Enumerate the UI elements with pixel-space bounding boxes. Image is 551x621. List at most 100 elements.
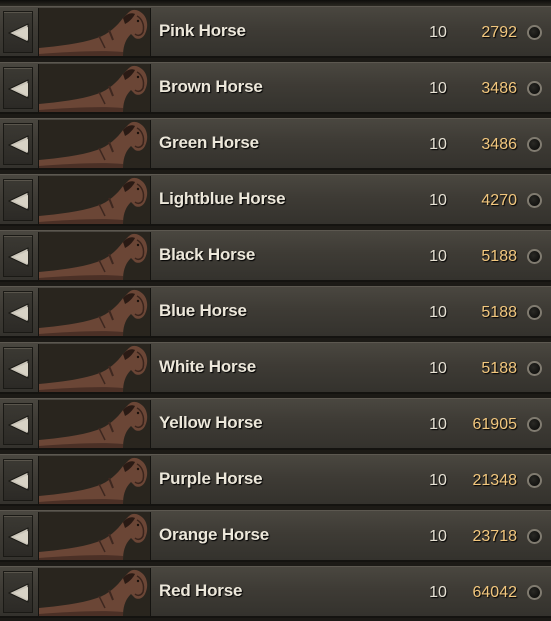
horse-icon bbox=[39, 400, 150, 448]
move-item-button[interactable] bbox=[3, 515, 33, 557]
item-quantity: 10 bbox=[429, 304, 447, 321]
horse-icon bbox=[39, 344, 150, 392]
item-quantity: 10 bbox=[429, 472, 447, 489]
item-name: Red Horse bbox=[159, 581, 243, 600]
left-triangle-icon bbox=[8, 583, 29, 603]
item-quantity: 10 bbox=[429, 248, 447, 265]
coin-icon bbox=[527, 249, 542, 264]
list-item[interactable]: Yellow Horse 10 61905 bbox=[0, 398, 551, 450]
item-price: 3486 bbox=[481, 136, 517, 153]
left-triangle-icon bbox=[8, 415, 29, 435]
item-price: 21348 bbox=[472, 472, 518, 489]
coin-icon bbox=[527, 81, 542, 96]
item-price: 5188 bbox=[481, 248, 517, 265]
list-item[interactable]: Blue Horse 10 5188 bbox=[0, 286, 551, 338]
move-item-button[interactable] bbox=[3, 459, 33, 501]
item-quantity: 10 bbox=[429, 136, 447, 153]
horse-thumbnail bbox=[38, 176, 151, 224]
item-price: 5188 bbox=[481, 360, 517, 377]
left-triangle-icon bbox=[8, 191, 29, 211]
coin-icon bbox=[527, 529, 542, 544]
item-name: Brown Horse bbox=[159, 77, 263, 96]
item-price: 5188 bbox=[481, 304, 517, 321]
item-name: Purple Horse bbox=[159, 469, 263, 488]
move-item-button[interactable] bbox=[3, 571, 33, 613]
item-name: White Horse bbox=[159, 357, 256, 376]
left-triangle-icon bbox=[8, 79, 29, 99]
left-triangle-icon bbox=[8, 471, 29, 491]
move-item-button[interactable] bbox=[3, 123, 33, 165]
coin-icon bbox=[527, 417, 542, 432]
horse-thumbnail bbox=[38, 64, 151, 112]
horse-thumbnail bbox=[38, 568, 151, 616]
item-name: Yellow Horse bbox=[159, 413, 263, 432]
item-quantity: 10 bbox=[429, 24, 447, 41]
item-quantity: 10 bbox=[429, 192, 447, 209]
horse-icon bbox=[39, 456, 150, 504]
item-price: 3486 bbox=[481, 80, 517, 97]
left-triangle-icon bbox=[8, 303, 29, 323]
coin-icon bbox=[527, 25, 542, 40]
horse-thumbnail bbox=[38, 288, 151, 336]
item-price: 61905 bbox=[472, 416, 518, 433]
horse-icon bbox=[39, 512, 150, 560]
left-triangle-icon bbox=[8, 23, 29, 43]
item-price: 23718 bbox=[472, 528, 518, 545]
list-item[interactable]: Black Horse 10 5188 bbox=[0, 230, 551, 282]
item-price: 2792 bbox=[481, 24, 517, 41]
coin-icon bbox=[527, 305, 542, 320]
move-item-button[interactable] bbox=[3, 347, 33, 389]
coin-icon bbox=[527, 585, 542, 600]
move-item-button[interactable] bbox=[3, 403, 33, 445]
list-item[interactable]: White Horse 10 5188 bbox=[0, 342, 551, 394]
list-item[interactable]: Red Horse 10 64042 bbox=[0, 566, 551, 618]
coin-icon bbox=[527, 137, 542, 152]
list-item[interactable]: Purple Horse 10 21348 bbox=[0, 454, 551, 506]
trade-item-list: Pink Horse 10 2792 Brown Horse 10 3486 G… bbox=[0, 0, 551, 621]
coin-icon bbox=[527, 361, 542, 376]
list-item[interactable]: Lightblue Horse 10 4270 bbox=[0, 174, 551, 226]
horse-thumbnail bbox=[38, 8, 151, 56]
item-name: Green Horse bbox=[159, 133, 259, 152]
item-name: Black Horse bbox=[159, 245, 256, 264]
horse-thumbnail bbox=[38, 456, 151, 504]
item-name: Orange Horse bbox=[159, 525, 270, 544]
item-name: Blue Horse bbox=[159, 301, 247, 320]
horse-icon bbox=[39, 568, 150, 616]
move-item-button[interactable] bbox=[3, 179, 33, 221]
coin-icon bbox=[527, 473, 542, 488]
horse-icon bbox=[39, 120, 150, 168]
horse-icon bbox=[39, 8, 150, 56]
horse-icon bbox=[39, 288, 150, 336]
item-name: Pink Horse bbox=[159, 21, 246, 40]
item-price: 64042 bbox=[472, 584, 518, 601]
move-item-button[interactable] bbox=[3, 67, 33, 109]
move-item-button[interactable] bbox=[3, 11, 33, 53]
left-triangle-icon bbox=[8, 359, 29, 379]
move-item-button[interactable] bbox=[3, 235, 33, 277]
item-quantity: 10 bbox=[429, 80, 447, 97]
horse-thumbnail bbox=[38, 400, 151, 448]
left-triangle-icon bbox=[8, 527, 29, 547]
list-item[interactable]: Brown Horse 10 3486 bbox=[0, 62, 551, 114]
item-price: 4270 bbox=[481, 192, 517, 209]
horse-thumbnail bbox=[38, 344, 151, 392]
list-item[interactable]: Green Horse 10 3486 bbox=[0, 118, 551, 170]
item-quantity: 10 bbox=[429, 528, 447, 545]
item-quantity: 10 bbox=[429, 360, 447, 377]
item-quantity: 10 bbox=[429, 584, 447, 601]
left-triangle-icon bbox=[8, 135, 29, 155]
move-item-button[interactable] bbox=[3, 291, 33, 333]
list-item[interactable]: Pink Horse 10 2792 bbox=[0, 6, 551, 58]
horse-thumbnail bbox=[38, 120, 151, 168]
horse-icon bbox=[39, 232, 150, 280]
horse-thumbnail bbox=[38, 232, 151, 280]
horse-thumbnail bbox=[38, 512, 151, 560]
coin-icon bbox=[527, 193, 542, 208]
horse-icon bbox=[39, 64, 150, 112]
item-quantity: 10 bbox=[429, 416, 447, 433]
list-item[interactable]: Orange Horse 10 23718 bbox=[0, 510, 551, 562]
left-triangle-icon bbox=[8, 247, 29, 267]
horse-icon bbox=[39, 176, 150, 224]
item-name: Lightblue Horse bbox=[159, 189, 286, 208]
